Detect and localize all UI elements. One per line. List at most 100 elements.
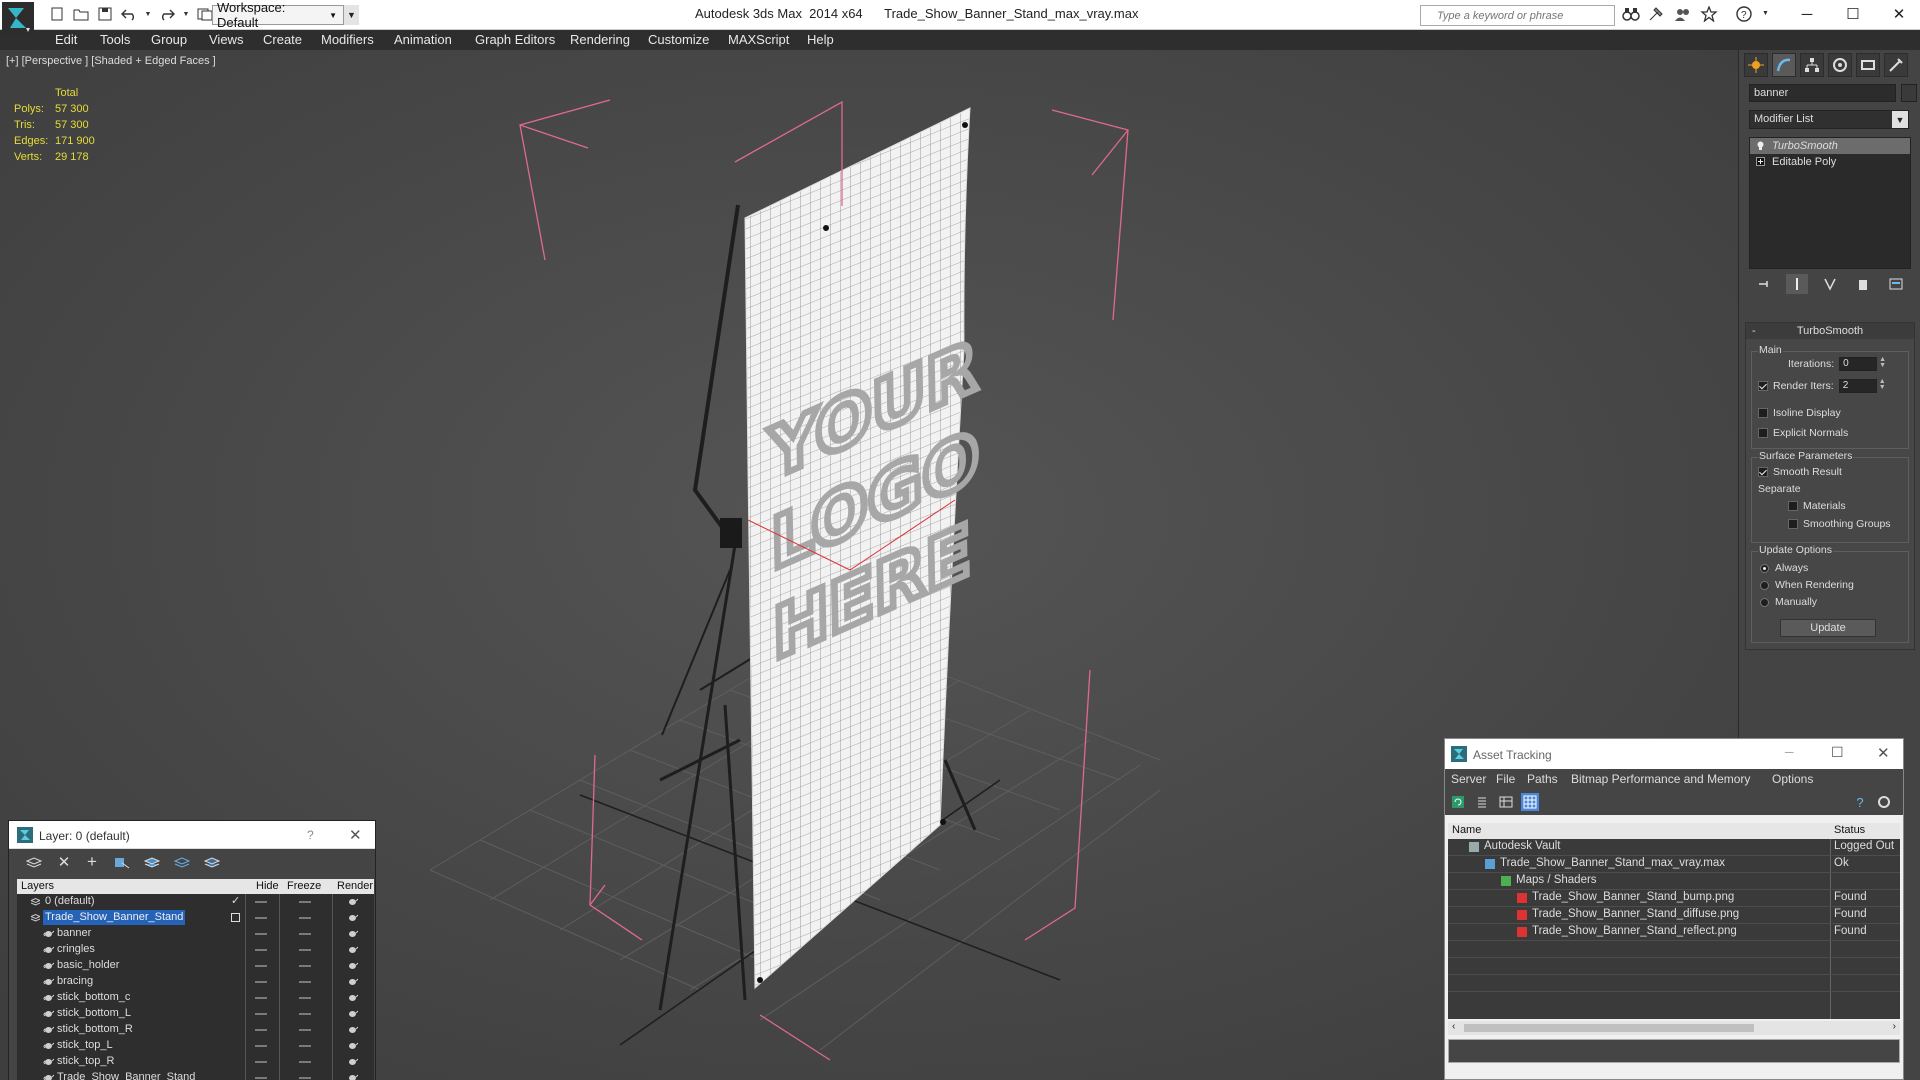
freeze-toggle[interactable] [299, 981, 311, 983]
lightbulb-icon[interactable] [1756, 141, 1765, 150]
settings-icon[interactable] [1875, 793, 1893, 811]
hide-toggle[interactable] [255, 1045, 267, 1047]
redo-dropdown-icon[interactable]: ▼ [182, 5, 190, 23]
asset-row[interactable]: Trade_Show_Banner_Stand_max_vray.max Ok [1448, 856, 1900, 873]
stack-item-editable-poly[interactable]: Editable Poly [1750, 154, 1910, 170]
layer-row[interactable]: bracing [17, 974, 374, 990]
list-view-icon[interactable] [1473, 793, 1491, 811]
modify-tab-icon[interactable] [1772, 53, 1796, 77]
minimize-button[interactable]: ─ [1785, 745, 1794, 759]
asset-row[interactable]: Autodesk Vault Logged Out [1448, 839, 1900, 856]
manually-radio[interactable] [1760, 597, 1769, 607]
menu-maxscript[interactable]: MAXScript [728, 32, 789, 47]
render-teapot-icon[interactable] [347, 1041, 358, 1050]
rollout-header[interactable]: - TurboSmooth [1746, 323, 1914, 339]
layer-row[interactable]: stick_bottom_c [17, 990, 374, 1006]
freeze-toggle[interactable] [299, 917, 311, 919]
modifier-list-dropdown[interactable]: Modifier List ▼ [1749, 110, 1909, 129]
layer-row[interactable]: stick_bottom_L [17, 1006, 374, 1022]
update-button[interactable]: Update [1780, 619, 1876, 637]
help-icon[interactable]: ? [1736, 6, 1754, 25]
object-color-swatch[interactable] [1901, 84, 1917, 102]
layer-row[interactable]: stick_top_L [17, 1038, 374, 1054]
hide-toggle[interactable] [255, 965, 267, 967]
close-button[interactable]: ✕ [1877, 744, 1890, 762]
help-button[interactable]: ? [307, 828, 314, 842]
asset-path-field[interactable] [1448, 1039, 1900, 1063]
freeze-toggle[interactable] [299, 1013, 311, 1015]
column-render[interactable]: Render [337, 880, 373, 892]
render-teapot-icon[interactable] [347, 945, 358, 954]
hide-toggle[interactable] [255, 917, 267, 919]
render-teapot-icon[interactable] [347, 977, 358, 986]
maximize-button[interactable]: ☐ [1830, 2, 1876, 26]
menu-help[interactable]: Help [807, 32, 834, 47]
scroll-right-icon[interactable]: › [1893, 1021, 1896, 1032]
render-teapot-icon[interactable] [347, 1073, 358, 1080]
render-teapot-icon[interactable] [347, 1009, 358, 1018]
layer-row[interactable]: Trade_Show_Banner_Stand [17, 1070, 374, 1080]
render-teapot-icon[interactable] [347, 1025, 358, 1034]
minimize-button[interactable]: ─ [1784, 2, 1830, 26]
undo-icon[interactable] [120, 5, 138, 23]
render-teapot-icon[interactable] [347, 913, 358, 922]
explicit-normals-checkbox[interactable] [1758, 428, 1768, 438]
save-icon[interactable] [96, 5, 114, 23]
utilities-tab-icon[interactable] [1884, 53, 1908, 77]
render-teapot-icon[interactable] [347, 1057, 358, 1066]
menu-paths[interactable]: Paths [1527, 772, 1558, 786]
layer-row[interactable]: Trade_Show_Banner_Stand [17, 910, 374, 926]
always-radio[interactable] [1760, 563, 1769, 573]
freeze-toggle[interactable] [299, 997, 311, 999]
scrollbar-thumb[interactable] [1464, 1024, 1754, 1032]
hide-toggle[interactable] [255, 981, 267, 983]
maximize-button[interactable]: ☐ [1831, 744, 1844, 761]
column-layers[interactable]: Layers [21, 880, 54, 892]
layer-row[interactable]: stick_top_R [17, 1054, 374, 1070]
freeze-toggle[interactable] [299, 949, 311, 951]
layer-explorer-titlebar[interactable]: Layer: 0 (default) ? ✕ [9, 821, 375, 849]
pin-stack-icon[interactable] [1753, 274, 1775, 294]
create-tab-icon[interactable] [1744, 53, 1768, 77]
select-layer-objects-icon[interactable] [143, 853, 161, 871]
menu-graph-editors[interactable]: Graph Editors [475, 32, 555, 47]
freeze-toggle[interactable] [299, 933, 311, 935]
menu-views[interactable]: Views [209, 32, 243, 47]
menu-create[interactable]: Create [263, 32, 302, 47]
hide-toggle[interactable] [255, 1029, 267, 1031]
freeze-toggle[interactable] [299, 901, 311, 903]
menu-tools[interactable]: Tools [100, 32, 130, 47]
layer-row[interactable]: stick_bottom_R [17, 1022, 374, 1038]
redo-icon[interactable] [158, 5, 176, 23]
hide-toggle[interactable] [255, 901, 267, 903]
help-dropdown-icon[interactable]: ▼ [1762, 10, 1769, 25]
active-layer-check-icon[interactable]: ✓ [231, 894, 240, 907]
object-name-field[interactable] [1749, 84, 1896, 102]
render-iters-checkbox[interactable] [1758, 381, 1768, 391]
render-teapot-icon[interactable] [347, 929, 358, 938]
asset-row[interactable]: Maps / Shaders [1448, 873, 1900, 890]
close-button[interactable]: ✕ [349, 826, 362, 844]
open-folder-icon[interactable] [72, 5, 90, 23]
layer-row[interactable]: basic_holder [17, 958, 374, 974]
menu-rendering[interactable]: Rendering [570, 32, 630, 47]
column-hide[interactable]: Hide [256, 880, 279, 892]
menu-server[interactable]: Server [1451, 772, 1486, 786]
freeze-toggle[interactable] [299, 1029, 311, 1031]
make-unique-icon[interactable] [1819, 274, 1841, 294]
refresh-icon[interactable] [1449, 793, 1467, 811]
render-teapot-icon[interactable] [347, 993, 358, 1002]
spinner-arrows-icon[interactable]: ▲ ▼ [1878, 378, 1887, 393]
asset-row[interactable]: Trade_Show_Banner_Stand_reflect.png Found [1448, 924, 1900, 941]
smoothing-groups-checkbox[interactable] [1788, 519, 1798, 529]
subscription-center-icon[interactable] [1648, 6, 1666, 25]
isoline-display-checkbox[interactable] [1758, 408, 1768, 418]
horizontal-scrollbar[interactable]: ‹ › [1448, 1021, 1900, 1035]
hide-toggle[interactable] [255, 933, 267, 935]
hide-toggle[interactable] [255, 997, 267, 999]
column-name[interactable]: Name [1452, 824, 1481, 836]
column-status[interactable]: Status [1834, 824, 1865, 836]
communication-center-icon[interactable] [1674, 6, 1692, 25]
display-tab-icon[interactable] [1856, 53, 1880, 77]
favorites-star-icon[interactable] [1700, 5, 1718, 25]
